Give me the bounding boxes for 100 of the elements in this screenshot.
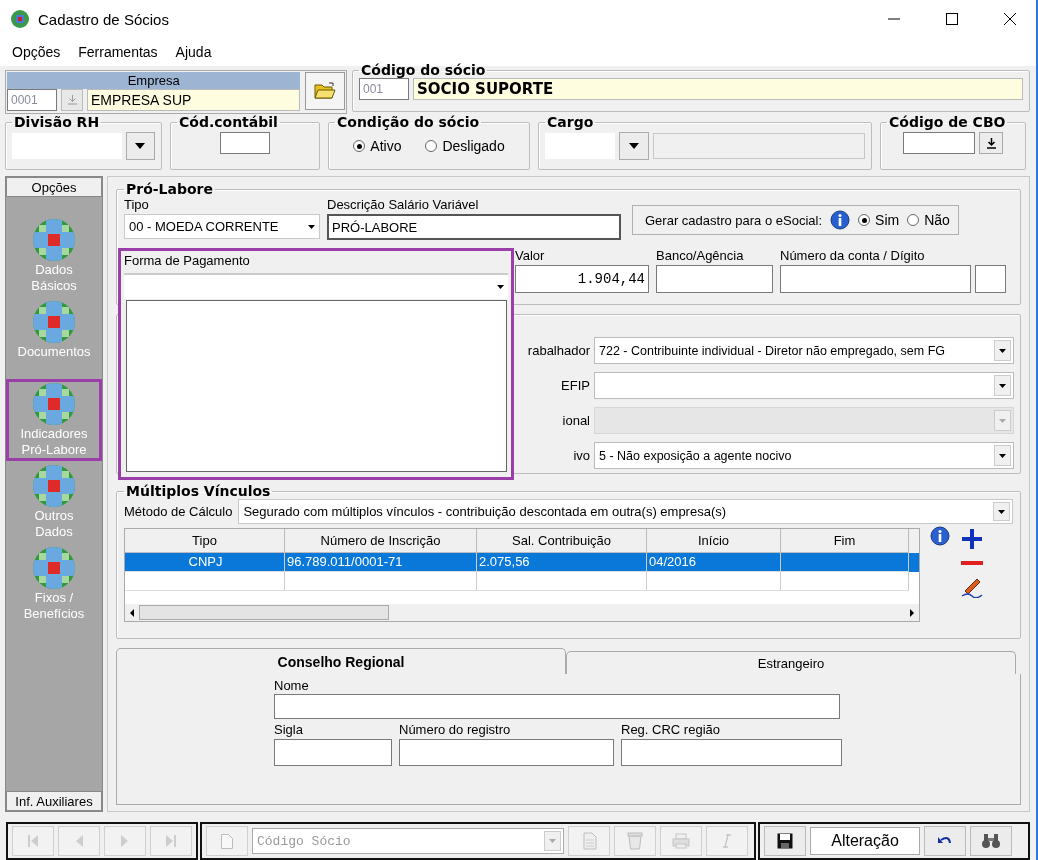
- document-icon: [581, 832, 597, 850]
- partner-name-field[interactable]: SOCIO SUPORTE: [413, 78, 1023, 100]
- remove-icon[interactable]: [961, 560, 983, 566]
- field-label: Método de Cálculo: [124, 504, 233, 519]
- radio-option[interactable]: Desligado: [425, 138, 505, 154]
- globe-icon: [32, 218, 76, 262]
- amount-field[interactable]: 1.904,44: [515, 265, 649, 293]
- crc-region-field[interactable]: [621, 739, 842, 766]
- type-dropdown[interactable]: 00 - MOEDA CORRENTE: [124, 214, 320, 239]
- maximize-icon[interactable]: [946, 13, 958, 25]
- sidebar-item-label: Outros: [34, 508, 74, 524]
- save-icon: [777, 833, 793, 849]
- digit-field[interactable]: [975, 265, 1006, 293]
- first-icon: [27, 834, 39, 848]
- horizontal-scrollbar[interactable]: [125, 604, 919, 621]
- dropdown-button[interactable]: [125, 132, 155, 160]
- binoculars-icon: [981, 833, 1001, 849]
- caret-icon: [999, 453, 1006, 458]
- page-icon: [221, 833, 233, 849]
- caret-icon: [308, 224, 315, 229]
- caret-icon: [999, 383, 1006, 388]
- pencil-icon[interactable]: [960, 576, 984, 598]
- account-code-field[interactable]: [220, 132, 270, 154]
- radio-option[interactable]: Sim: [858, 212, 900, 228]
- caret-icon: [999, 348, 1006, 353]
- field-label: Banco/Agência: [656, 248, 745, 263]
- undo-button[interactable]: [924, 826, 966, 856]
- add-icon[interactable]: [961, 528, 983, 550]
- next-icon: [121, 834, 129, 848]
- table-row[interactable]: CNPJ 96.789.011/0001-71 2.075,56 04/2016: [125, 553, 919, 572]
- printer-icon: [672, 833, 690, 849]
- menu-item[interactable]: Ferramentas: [78, 44, 158, 60]
- lookup-button[interactable]: [979, 132, 1003, 154]
- group-title: Cód.contábil: [178, 114, 279, 130]
- caret-icon: [629, 143, 639, 149]
- globe-icon: [32, 382, 76, 426]
- close-icon[interactable]: [1004, 13, 1016, 25]
- group-title: Cargo: [546, 114, 595, 130]
- company-name-field[interactable]: EMPRESA SUP: [87, 89, 301, 111]
- download-icon: [67, 95, 77, 105]
- window-title: Cadastro de Sócios: [38, 10, 169, 28]
- group-title: Condição do sócio: [336, 114, 481, 130]
- globe-icon: [32, 300, 76, 344]
- field-label: Nome: [274, 678, 310, 693]
- search-button[interactable]: [970, 826, 1012, 856]
- company-header: Empresa: [7, 72, 301, 89]
- sidebar-footer-button[interactable]: Inf. Auxiliares: [6, 791, 102, 811]
- info-icon[interactable]: [830, 210, 851, 230]
- field-label: Número da conta / Dígito: [780, 248, 926, 263]
- folder-icon: [314, 82, 337, 100]
- sidebar-item-label: Dados: [35, 262, 73, 278]
- sidebar-item-label: Pró-Labore: [21, 442, 87, 458]
- trash-icon: [627, 832, 643, 850]
- globe-icon: [32, 464, 76, 508]
- info-icon[interactable]: [930, 526, 950, 546]
- calculation-method-dropdown[interactable]: Segurado com múltiplos vínculos - contribuição descontada em outra(s) empresa(s): [238, 499, 1013, 524]
- dropdown-button[interactable]: [619, 132, 649, 160]
- save-button[interactable]: [764, 826, 806, 856]
- field-label: ional: [561, 413, 590, 428]
- indicator-dropdown[interactable]: 722 - Contribuinte individual - Diretor não empregado, sem FG: [594, 337, 1014, 364]
- sidebar-item-label: Documentos: [17, 344, 91, 360]
- field-label: EFIP: [560, 378, 590, 393]
- cbo-field[interactable]: [903, 132, 975, 154]
- menu-item[interactable]: Ajuda: [175, 44, 212, 60]
- registration-number-field[interactable]: [399, 739, 614, 766]
- sidebar-header[interactable]: Opções: [6, 177, 102, 197]
- field-label: Sigla: [274, 722, 304, 737]
- italic-icon: [722, 834, 732, 848]
- tab[interactable]: Conselho Regional: [116, 648, 566, 674]
- esocial-label: Gerar cadastro para o eSocial:: [645, 212, 823, 228]
- radio-option[interactable]: Não: [907, 212, 950, 228]
- field-label: Valor: [515, 248, 546, 263]
- sidebar-item-label: Benefícios: [23, 606, 85, 622]
- group-title: Múltiplos Vínculos: [125, 483, 272, 499]
- account-field[interactable]: [780, 265, 971, 293]
- sidebar-item-label: Básicos: [31, 278, 77, 294]
- partner-code-field[interactable]: 001: [359, 78, 409, 100]
- acronym-field[interactable]: [274, 739, 392, 766]
- field-label: Descrição Salário Variável: [327, 197, 480, 212]
- group-title: Divisão RH: [13, 114, 101, 130]
- tab[interactable]: Estrangeiro: [566, 651, 1016, 674]
- menu-item[interactable]: Opções: [12, 44, 61, 60]
- globe-icon: [32, 546, 76, 590]
- caret-icon: [497, 285, 504, 289]
- download-icon: [986, 137, 996, 149]
- group-title: Código do sócio: [360, 62, 487, 78]
- company-code-field[interactable]: 0001: [7, 89, 57, 111]
- field-label: ivo: [572, 448, 590, 463]
- indicator-dropdown[interactable]: 5 - Não exposição a agente nocivo: [594, 442, 1014, 469]
- sidebar-item-label: Fixos /: [34, 590, 74, 606]
- open-folder-button[interactable]: [305, 72, 345, 110]
- field-label: Forma de Pagamento: [124, 253, 251, 268]
- sidebar-item-label: Indicadores: [20, 426, 88, 442]
- previous-icon: [75, 834, 83, 848]
- name-field[interactable]: [274, 694, 840, 719]
- group-title: Código de CBO: [888, 114, 1007, 130]
- radio-option[interactable]: Ativo: [353, 138, 402, 154]
- description-field[interactable]: PRÓ-LABORE: [327, 214, 621, 240]
- bank-field[interactable]: [656, 265, 773, 293]
- field-label: Tipo: [124, 197, 150, 212]
